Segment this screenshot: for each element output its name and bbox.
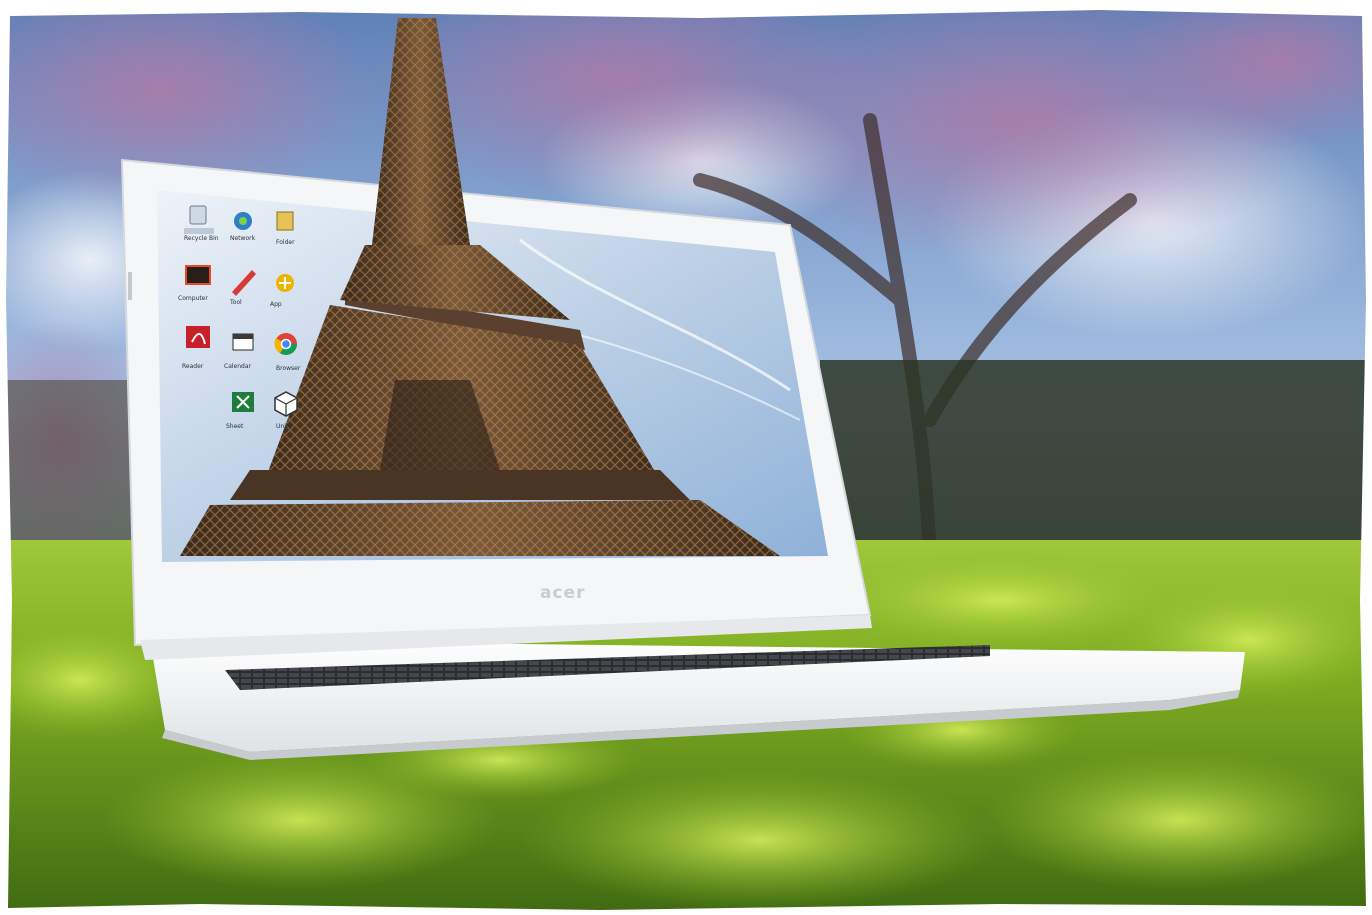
desktop-icon-label: Reader — [182, 363, 204, 370]
desktop-icon-label: Sheet — [226, 423, 244, 430]
desktop-icon-label: Network — [230, 235, 256, 242]
desktop-icon-folder[interactable]: Folder — [276, 211, 295, 246]
desktop-icon-label: Tool — [229, 299, 242, 306]
scene-svg: acer Recycle Bin Network Folder Computer… — [0, 0, 1372, 915]
desktop-icon-label: Unity — [276, 423, 292, 430]
brand-logo: acer — [540, 583, 585, 603]
desktop-icon-label: Calendar — [224, 363, 252, 370]
desktop-icon-label: App — [270, 301, 282, 308]
photo-scene: acer Recycle Bin Network Folder Computer… — [0, 0, 1372, 915]
desktop-icon-label: Recycle Bin — [184, 235, 219, 242]
desktop-icon-label: Computer — [178, 295, 208, 302]
desktop-icon-label: Browser — [276, 365, 301, 372]
desktop-icon-label: Folder — [276, 239, 295, 246]
